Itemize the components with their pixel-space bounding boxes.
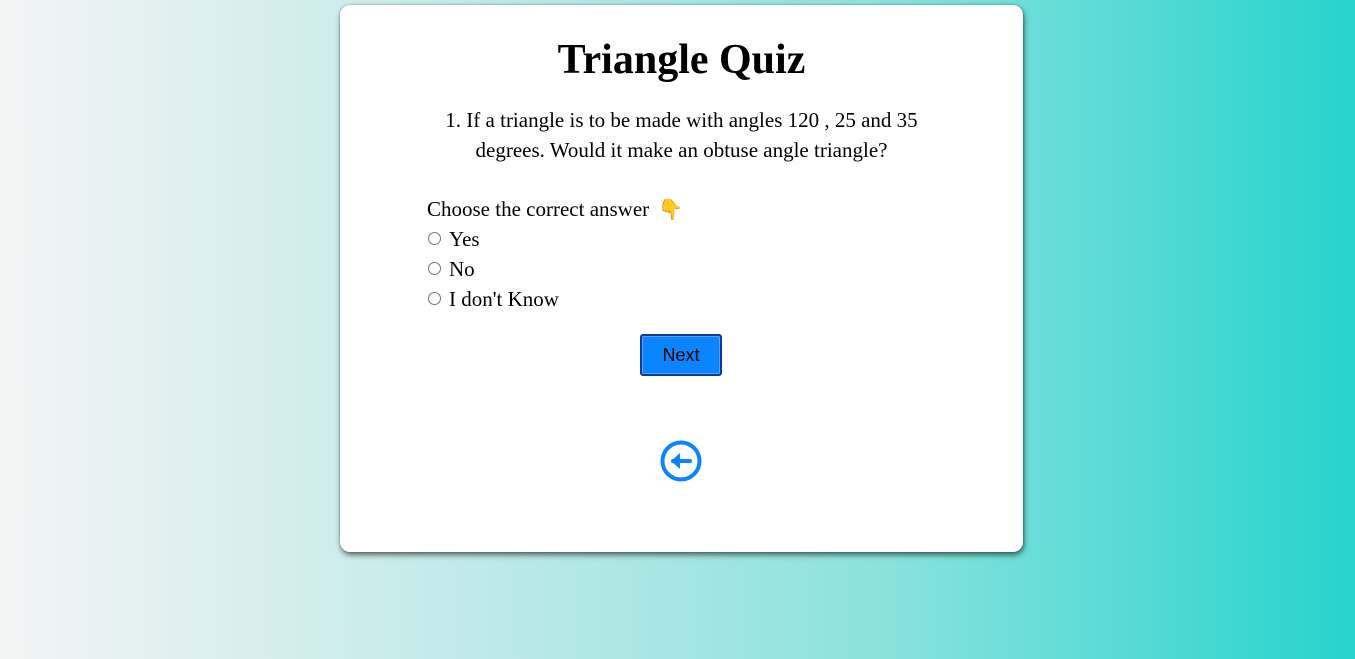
back-button[interactable]: [659, 439, 703, 483]
radio-yes[interactable]: [428, 231, 441, 245]
option-no[interactable]: No: [427, 254, 683, 284]
pointing-down-icon: 👇: [658, 199, 684, 221]
quiz-card: Triangle Quiz 1. If a triangle is to be …: [340, 5, 1023, 552]
page-title: Triangle Quiz: [557, 37, 806, 83]
answer-group: Choose the correct answer 👇 Yes No I don…: [427, 194, 683, 314]
radio-no[interactable]: [428, 261, 441, 275]
option-label[interactable]: I don't Know: [449, 284, 559, 314]
option-yes[interactable]: Yes: [427, 224, 683, 254]
option-dont-know[interactable]: I don't Know: [427, 284, 683, 314]
radio-dont-know[interactable]: [428, 291, 441, 305]
next-button[interactable]: Next: [640, 334, 722, 376]
circle-arrow-left-icon: [660, 440, 702, 482]
option-label[interactable]: Yes: [449, 224, 480, 254]
answer-prompt: Choose the correct answer 👇: [427, 194, 683, 224]
question-text: 1. If a triangle is to be made with angl…: [445, 108, 918, 162]
option-label[interactable]: No: [449, 254, 475, 284]
answer-prompt-label: Choose the correct answer: [427, 197, 650, 221]
